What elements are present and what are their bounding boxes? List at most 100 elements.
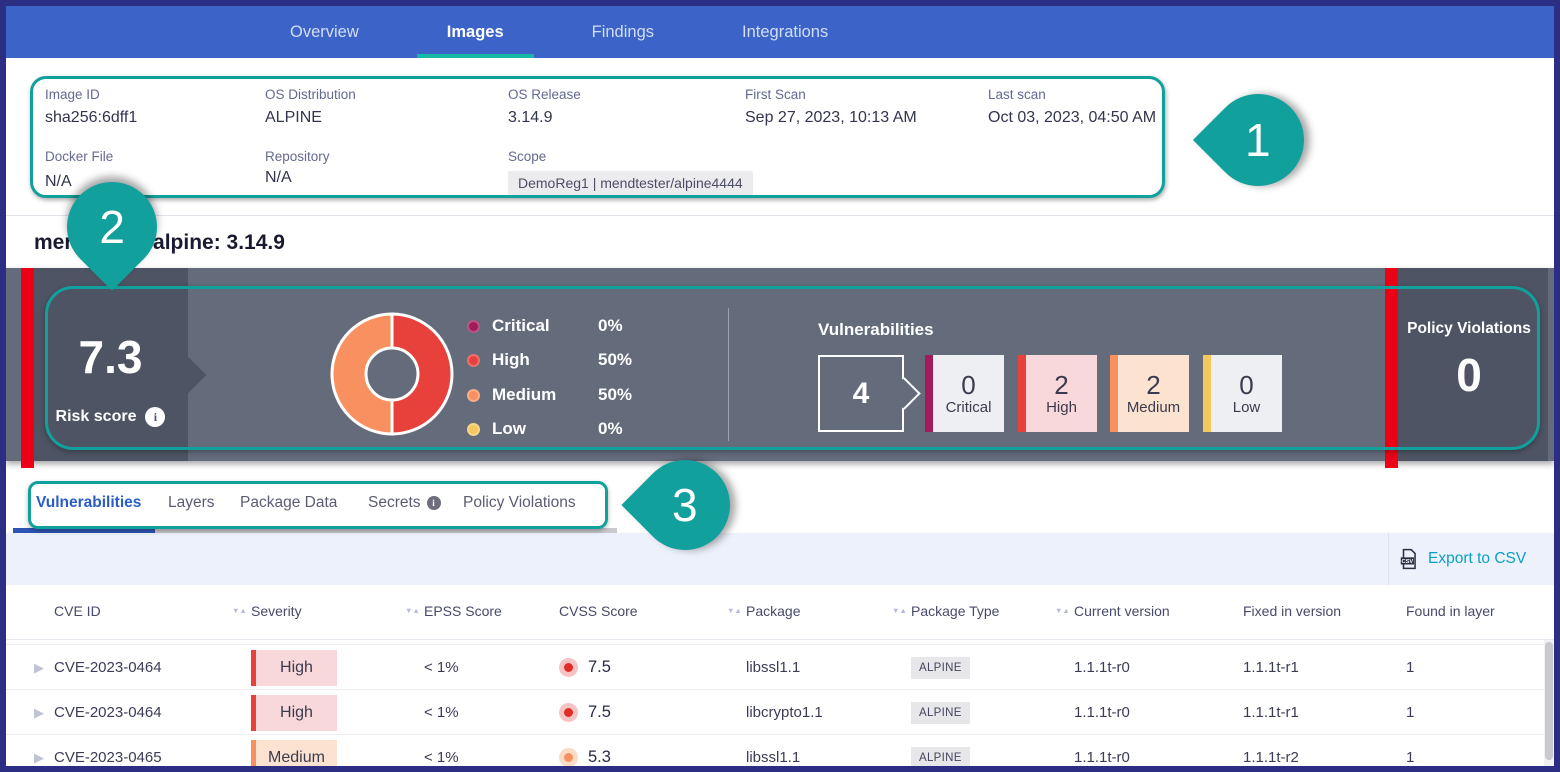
legend-row-medium: Medium: [467, 385, 556, 405]
tab-package-data[interactable]: Package Data: [240, 494, 337, 512]
sort-icon[interactable]: ▼▲: [892, 606, 907, 615]
field-label-repository: Repository: [265, 149, 330, 164]
vertical-scrollbar[interactable]: [1544, 640, 1554, 766]
severity-count: 2: [1054, 371, 1068, 400]
legend-label: Critical: [492, 316, 550, 336]
nav-tab-integrations[interactable]: Integrations: [712, 6, 858, 58]
sort-icon[interactable]: ▼▲: [232, 606, 247, 615]
tab-secrets[interactable]: Secretsi: [368, 494, 441, 512]
section-divider: [6, 215, 1554, 216]
legend-value-high: 50%: [598, 350, 632, 370]
vulnerabilities-total: 4: [853, 377, 870, 411]
cvss-value: 7.5: [588, 703, 611, 722]
row-expander-icon[interactable]: ▶: [34, 690, 44, 735]
sort-icon[interactable]: ▼▲: [1055, 606, 1070, 615]
info-icon[interactable]: i: [427, 496, 441, 510]
package-type-chip: ALPINE: [911, 702, 970, 724]
nav-tab-label: Integrations: [742, 23, 828, 42]
nav-tab-label: Overview: [290, 23, 359, 42]
cell-epss-score: < 1%: [424, 735, 459, 772]
legend-value-low: 0%: [598, 419, 623, 439]
risk-score-value: 7.3: [33, 330, 188, 384]
table-toolbar: [6, 533, 1554, 585]
cell-cve-id: CVE-2023-0464: [54, 645, 162, 690]
nav-tab-images[interactable]: Images: [417, 6, 534, 58]
field-label-first-scan: First Scan: [745, 87, 806, 102]
severity-card-medium: 2 Medium: [1110, 355, 1189, 432]
severity-label: High: [1046, 399, 1077, 416]
tab-label: Package Data: [240, 494, 337, 512]
cvss-severity-dot-icon: [559, 658, 578, 677]
cell-package: libssl1.1: [746, 735, 800, 772]
risk-score-label: Risk score: [56, 408, 137, 426]
field-value-docker-file: N/A: [45, 173, 72, 191]
column-label: Found in layer: [1406, 603, 1495, 619]
nav-tab-label: Images: [447, 23, 504, 42]
cell-fixed-in-version: 1.1.1t-r2: [1243, 735, 1299, 772]
column-header-found-in-layer: Found in layer: [1406, 603, 1495, 619]
sort-icon[interactable]: ▼▲: [405, 606, 420, 615]
legend-row-high: High: [467, 350, 530, 370]
image-info-panel: Image ID sha256:6dff1 OS Distribution AL…: [30, 76, 1165, 198]
row-expander-icon[interactable]: ▶: [34, 735, 44, 772]
severity-card-low: 0 Low: [1203, 355, 1282, 432]
right-red-stripe: [1385, 268, 1398, 468]
top-navbar: Overview Images Findings Integrations: [6, 6, 1554, 58]
cell-package: libcrypto1.1: [746, 690, 823, 735]
cell-cve-id: CVE-2023-0464: [54, 690, 162, 735]
column-header-cvss-score: CVSS Score: [559, 603, 638, 619]
tab-policy-violations[interactable]: Policy Violations: [463, 494, 576, 512]
table-row[interactable]: ▶ CVE-2023-0464 High < 1% 7.5 libssl1.1 …: [6, 644, 1554, 689]
column-label: Fixed in version: [1243, 603, 1341, 619]
table-row[interactable]: ▶ CVE-2023-0465 Medium < 1% 5.3 libssl1.…: [6, 734, 1554, 772]
field-label-os-release: OS Release: [508, 87, 581, 102]
annotation-number: 3: [672, 478, 698, 532]
column-header-package-type[interactable]: ▼▲Package Type: [911, 603, 999, 619]
legend-row-critical: Critical: [467, 316, 550, 336]
severity-donut-chart: [322, 304, 462, 444]
column-header-package[interactable]: ▼▲Package: [746, 603, 800, 619]
cell-found-in-layer: 1: [1406, 690, 1414, 735]
severity-count: 0: [961, 371, 975, 400]
cell-fixed-in-version: 1.1.1t-r1: [1243, 645, 1299, 690]
tab-vulnerabilities[interactable]: Vulnerabilities: [36, 494, 141, 512]
field-value-os-release: 3.14.9: [508, 109, 552, 127]
vulnerabilities-title: Vulnerabilities: [818, 320, 934, 340]
field-value-repository: N/A: [265, 169, 292, 187]
tab-layers[interactable]: Layers: [168, 494, 215, 512]
legend-dot-medium: [467, 389, 480, 402]
column-label: Package: [746, 603, 800, 619]
column-label: Current version: [1074, 603, 1170, 619]
scope-chip: DemoReg1 | mendtester/alpine4444: [508, 171, 753, 195]
cell-current-version: 1.1.1t-r0: [1074, 645, 1130, 690]
column-header-severity[interactable]: ▼▲Severity: [251, 603, 302, 619]
nav-tab-overview[interactable]: Overview: [260, 6, 389, 58]
column-header-epss-score[interactable]: ▼▲EPSS Score: [424, 603, 502, 619]
row-expander-icon[interactable]: ▶: [34, 645, 44, 690]
annotation-callout-1: 1: [1193, 75, 1323, 205]
severity-label: Medium: [1127, 399, 1180, 416]
nav-tab-findings[interactable]: Findings: [562, 6, 684, 58]
annotation-number: 2: [99, 200, 125, 254]
sort-icon[interactable]: ▼▲: [727, 606, 742, 615]
field-value-os-distribution: ALPINE: [265, 109, 322, 127]
info-icon[interactable]: i: [145, 407, 165, 427]
column-header-current-version[interactable]: ▼▲Current version: [1074, 603, 1170, 619]
cell-cve-id: CVE-2023-0465: [54, 735, 162, 772]
export-to-csv-button[interactable]: CSV Export to CSV: [1398, 548, 1526, 570]
cell-current-version: 1.1.1t-r0: [1074, 690, 1130, 735]
field-label-docker-file: Docker File: [45, 149, 113, 164]
cell-found-in-layer: 1: [1406, 645, 1414, 690]
cell-epss-score: < 1%: [424, 645, 459, 690]
column-label: Package Type: [911, 603, 999, 619]
column-label: EPSS Score: [424, 603, 502, 619]
package-type-chip: ALPINE: [911, 657, 970, 679]
scrollbar-thumb[interactable]: [1545, 642, 1553, 760]
severity-label: Low: [1233, 399, 1261, 416]
tab-label: Policy Violations: [463, 494, 576, 512]
legend-label: High: [492, 350, 530, 370]
table-row[interactable]: ▶ CVE-2023-0464 High < 1% 7.5 libcrypto1…: [6, 689, 1554, 734]
severity-count: 2: [1146, 371, 1160, 400]
legend-dot-high: [467, 354, 480, 367]
cell-epss-score: < 1%: [424, 690, 459, 735]
